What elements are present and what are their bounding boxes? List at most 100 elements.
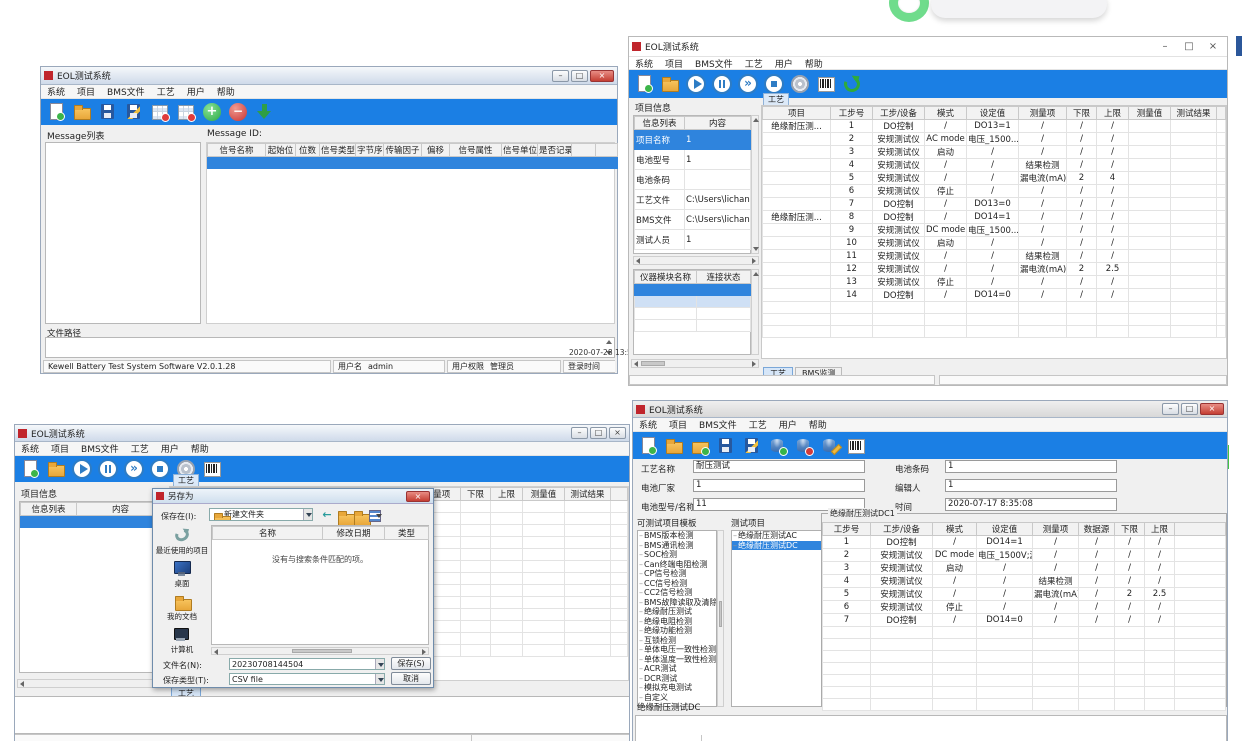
pause-icon[interactable] xyxy=(712,74,732,94)
place-item[interactable]: 桌面 xyxy=(155,560,209,588)
table-row[interactable]: 9安规测试仪DC mode电压_1500.../// xyxy=(763,224,1226,237)
menu-item[interactable]: 用户 xyxy=(187,85,205,98)
open-folder-icon[interactable] xyxy=(664,436,684,456)
table-row[interactable]: 5安规测试仪//漏电流(mA)24 xyxy=(763,172,1226,185)
scroll-left-icon[interactable] xyxy=(634,361,638,367)
column-header[interactable]: 是否记录 xyxy=(538,144,572,157)
column-header[interactable] xyxy=(1175,523,1226,536)
menu-item[interactable]: 项目 xyxy=(77,85,95,98)
save-as-icon[interactable] xyxy=(124,102,144,122)
table-row[interactable]: 绝缘耐压测...8DO控制/DO14=1/// xyxy=(763,211,1226,224)
column-header[interactable] xyxy=(611,488,628,501)
table-row[interactable]: 6安规测试仪停止//// xyxy=(763,185,1226,198)
scroll-thumb[interactable] xyxy=(719,601,722,627)
place-item[interactable]: 最近使用的项目 xyxy=(155,527,209,555)
list-item[interactable]: 单体温度一致性检测 xyxy=(638,655,716,665)
menu-item[interactable]: 系统 xyxy=(21,442,39,455)
forward-icon[interactable] xyxy=(124,459,144,479)
list-item[interactable]: 互锁检测 xyxy=(638,636,716,646)
table-row[interactable] xyxy=(763,302,1226,314)
menu-item[interactable]: BMS文件 xyxy=(107,85,145,98)
table-row[interactable] xyxy=(763,326,1226,338)
menu-item[interactable]: 帮助 xyxy=(809,418,827,431)
list-item[interactable]: 绝缘电阻检测 xyxy=(638,617,716,627)
table-row[interactable] xyxy=(635,320,751,332)
info-vscrollbar[interactable] xyxy=(751,115,759,254)
menu-item[interactable]: 用户 xyxy=(779,418,797,431)
list-item[interactable]: 模拟充电测试 xyxy=(638,683,716,693)
list-item[interactable]: Can终端电阻检测 xyxy=(638,560,716,570)
open-folder-icon[interactable] xyxy=(660,74,680,94)
column-header[interactable] xyxy=(1217,107,1226,120)
scroll-up-icon[interactable] xyxy=(753,118,759,122)
up-folder-icon[interactable] xyxy=(336,508,350,522)
column-header[interactable]: 测试结果 xyxy=(565,488,611,501)
process-name-field[interactable]: 耐压测试 xyxy=(693,460,865,473)
place-item[interactable]: 计算机 xyxy=(155,626,209,654)
table-row[interactable]: 6安规测试仪停止///// xyxy=(823,601,1226,614)
column-header[interactable]: 上限 xyxy=(1097,107,1129,120)
place-item[interactable]: 我的文档 xyxy=(155,593,209,621)
grid-add-icon[interactable] xyxy=(150,102,170,122)
table-row[interactable] xyxy=(823,639,1226,651)
db-edit-icon[interactable] xyxy=(820,436,840,456)
menu-item[interactable]: 系统 xyxy=(639,418,657,431)
column-header[interactable] xyxy=(572,144,596,157)
menu-item[interactable]: BMS文件 xyxy=(81,442,119,455)
db-add-icon[interactable] xyxy=(768,436,788,456)
save-icon[interactable] xyxy=(716,436,736,456)
new-file-icon[interactable] xyxy=(20,459,40,479)
column-header[interactable]: 下限 xyxy=(461,488,491,501)
barcode-icon[interactable] xyxy=(202,459,222,479)
column-header[interactable]: 测试结果 xyxy=(1171,107,1217,120)
maximize-button[interactable] xyxy=(571,70,588,82)
dialog-titlebar[interactable]: 另存为 xyxy=(153,489,433,504)
scroll-down-icon[interactable] xyxy=(753,247,759,251)
column-header[interactable]: 工步/设备 xyxy=(871,523,933,536)
table-row[interactable]: 工艺文件C:\Users\lichangjiang\Desktop\ xyxy=(635,190,751,210)
barcode-icon[interactable] xyxy=(846,436,866,456)
pause-icon[interactable] xyxy=(98,459,118,479)
dialog-close-button[interactable] xyxy=(406,491,430,502)
scroll-right-icon[interactable] xyxy=(422,649,426,655)
scroll-up-icon[interactable] xyxy=(753,272,759,276)
table-row[interactable]: 11安规测试仪//结果检测// xyxy=(763,250,1226,263)
list-item[interactable]: 绝缘耐压测试 xyxy=(638,607,716,617)
maximize-button[interactable] xyxy=(1178,39,1200,55)
titlebar[interactable]: EOL测试系统 xyxy=(633,401,1227,418)
column-header[interactable]: 起始位 xyxy=(266,144,296,157)
close-button[interactable] xyxy=(1202,39,1224,55)
column-header[interactable] xyxy=(596,144,618,157)
back-icon[interactable] xyxy=(320,508,334,522)
new-file-icon[interactable] xyxy=(634,74,654,94)
save-in-combo[interactable]: 新建文件夹 xyxy=(209,508,313,521)
editor-field[interactable]: 1 xyxy=(945,479,1117,492)
column-header[interactable]: 传输因子 xyxy=(384,144,422,157)
column-header[interactable]: 测量值 xyxy=(523,488,565,501)
menu-item[interactable]: 工艺 xyxy=(131,442,149,455)
save-icon[interactable] xyxy=(98,102,118,122)
menu-item[interactable]: BMS文件 xyxy=(695,57,733,70)
table-row[interactable] xyxy=(823,687,1226,699)
menu-item[interactable]: 用户 xyxy=(161,442,179,455)
column-header[interactable]: 上限 xyxy=(491,488,523,501)
refresh-icon[interactable] xyxy=(842,74,862,94)
table-row[interactable]: 2安规测试仪DC mode电压_1500V;漏...//// xyxy=(823,549,1226,562)
table-row[interactable] xyxy=(823,663,1226,675)
column-header[interactable]: 内容 xyxy=(685,117,751,130)
close-button[interactable] xyxy=(609,427,626,439)
table-row[interactable] xyxy=(823,699,1226,711)
table-row[interactable] xyxy=(21,516,165,528)
table-row[interactable] xyxy=(208,157,618,169)
table-row[interactable]: 7DO控制/DO13=0/// xyxy=(763,198,1226,211)
column-header[interactable]: 模式 xyxy=(933,523,977,536)
info-hscrollbar[interactable] xyxy=(633,256,759,265)
column-header[interactable]: 数据源 xyxy=(1079,523,1115,536)
grid-remove-icon[interactable] xyxy=(176,102,196,122)
battery-maker-field[interactable]: 1 xyxy=(693,479,865,492)
list-item[interactable]: BMS版本检测 xyxy=(638,531,716,541)
close-button[interactable] xyxy=(590,70,614,82)
menu-item[interactable]: 帮助 xyxy=(191,442,209,455)
table-row[interactable]: 13安规测试仪停止//// xyxy=(763,276,1226,289)
table-row[interactable] xyxy=(763,314,1226,326)
